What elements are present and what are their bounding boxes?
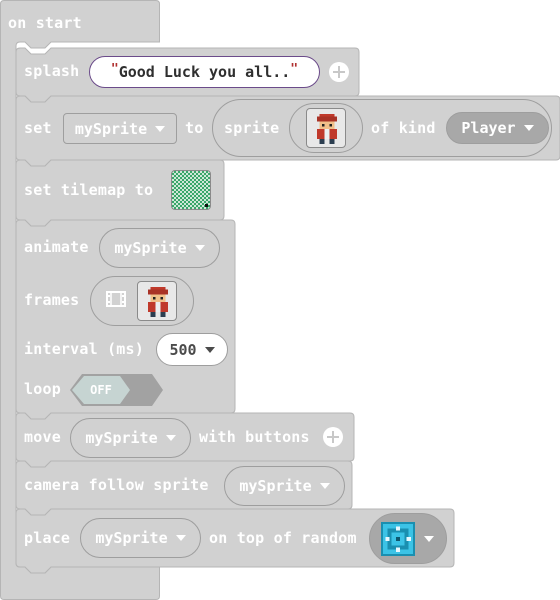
splash-text: Good Luck you all.. xyxy=(118,63,291,81)
loop-toggle[interactable] xyxy=(68,373,164,407)
move-label: move xyxy=(24,428,61,446)
move-variable-dropdown[interactable]: mySprite xyxy=(70,418,191,458)
sprite-label: sprite xyxy=(224,119,280,137)
frames-label: frames xyxy=(24,291,80,309)
to-label: to xyxy=(185,119,204,137)
interval-label: interval (ms) xyxy=(24,340,144,358)
splash-add-icon[interactable] xyxy=(329,62,349,82)
camera-variable-label: mySprite xyxy=(239,477,312,495)
quote-close: " xyxy=(290,61,299,77)
of-kind-label: of kind xyxy=(371,119,436,137)
player-sprite-icon xyxy=(148,287,168,317)
loop-label: loop xyxy=(24,380,61,398)
with-buttons-label: with buttons xyxy=(199,428,310,446)
sprite-variable-dropdown[interactable]: mySprite xyxy=(63,113,177,144)
animate-label: animate xyxy=(24,238,89,256)
tilemap-picker[interactable] xyxy=(171,170,211,210)
kind-dropdown[interactable]: Player xyxy=(446,112,549,144)
move-add-icon[interactable] xyxy=(323,427,343,447)
splash-text-input[interactable]: " Good Luck you all.. " xyxy=(89,56,320,88)
on-start-label: on start xyxy=(8,14,82,32)
chevron-down-icon xyxy=(319,483,330,489)
set-label: set xyxy=(24,119,52,137)
chevron-down-icon xyxy=(523,125,534,131)
camera-label: camera follow sprite xyxy=(24,476,209,494)
animate-variable-label: mySprite xyxy=(114,239,187,257)
chevron-down-icon xyxy=(165,435,176,441)
chevron-down-icon xyxy=(204,346,215,353)
player-sprite-icon xyxy=(317,114,337,144)
interval-value: 500 xyxy=(169,340,197,359)
kind-label: Player xyxy=(461,119,516,137)
frames-image-picker[interactable] xyxy=(137,281,177,321)
film-icon[interactable] xyxy=(106,291,126,307)
splash-label: splash xyxy=(24,62,80,80)
chevron-down-icon xyxy=(155,125,166,132)
chevron-down-icon xyxy=(194,245,205,251)
chevron-down-icon xyxy=(175,535,186,541)
place-label: place xyxy=(24,529,71,547)
move-variable-label: mySprite xyxy=(85,429,158,447)
tile-image-icon xyxy=(381,522,415,556)
tilemap-icon xyxy=(172,171,210,209)
sprite-variable-label: mySprite xyxy=(74,119,148,138)
interval-input[interactable]: 500 xyxy=(156,333,228,366)
on-top-label: on top of random xyxy=(209,529,357,547)
place-variable-label: mySprite xyxy=(95,529,168,547)
loop-toggle-label: OFF xyxy=(90,383,112,397)
tile-dropdown[interactable] xyxy=(369,513,447,564)
camera-variable-dropdown[interactable]: mySprite xyxy=(224,466,345,506)
set-tilemap-label: set tilemap to xyxy=(24,181,154,199)
place-variable-dropdown[interactable]: mySprite xyxy=(80,518,201,558)
sprite-image-picker[interactable] xyxy=(306,108,346,148)
chevron-down-icon xyxy=(424,536,434,542)
quote-open: " xyxy=(110,61,119,77)
animate-variable-dropdown[interactable]: mySprite xyxy=(99,228,220,268)
block-stack xyxy=(0,0,560,600)
